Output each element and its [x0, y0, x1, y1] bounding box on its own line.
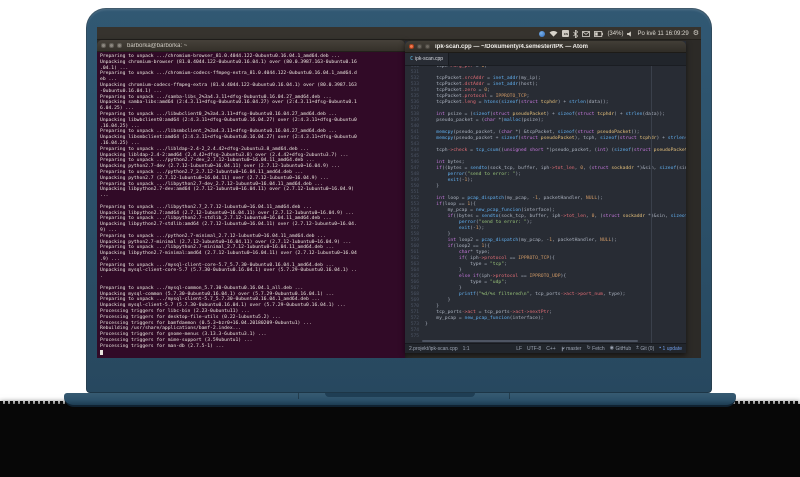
terminal-line: Unpacking libpython2.7-stdlib:amd64 (2.7…	[100, 222, 357, 228]
cpp-file-icon: C	[410, 56, 414, 62]
terminal-line: Unpacking chromium-codecs-ffmpeg-extra (…	[100, 82, 357, 88]
terminal-maximize-button[interactable]	[117, 43, 122, 48]
atom-close-button[interactable]	[409, 44, 414, 49]
status-encoding[interactable]: UTF-8	[527, 346, 541, 352]
terminal-line: Unpacking libwbclient0:amd64 (2:4.3.11+d…	[100, 117, 357, 123]
status-updates[interactable]: ▪ 1 update	[659, 346, 682, 352]
laptop-shadow	[0, 401, 800, 477]
status-cursor-position[interactable]: 1:1	[463, 346, 470, 352]
terminal-line: Unpacking chromium-browser (81.0.4044.12…	[100, 59, 357, 65]
git-diff-icon: ±	[636, 345, 639, 351]
tab-ipk-scan[interactable]: C ipk-scan.cpp	[405, 53, 450, 65]
update-package-icon: ▪	[659, 345, 662, 351]
terminal-titlebar: barborka@barborka: ~	[97, 40, 405, 52]
horizontal-scrollbar[interactable]	[422, 340, 638, 342]
session-gear-icon[interactable]: ⚙	[693, 30, 699, 37]
terminal-cursor	[100, 349, 103, 355]
atom-maximize-button[interactable]	[425, 44, 430, 49]
atom-title: ipk-scan.cpp — ~/Dokumenty/4.semester/IP…	[435, 43, 588, 50]
atom-window: ipk-scan.cpp — ~/Dokumenty/4.semester/IP…	[405, 41, 686, 353]
base-seam-right	[509, 393, 510, 399]
tab-label: ipk-scan.cpp	[415, 56, 444, 62]
system-tray: cs (34%) Po kvě 11 16:09:29 ⚙	[539, 27, 699, 40]
status-bar: 2.projekt/ipk-scan.cpp 1:1 LF UTF-8 C++ …	[405, 343, 686, 353]
terminal-output[interactable]: Preparing to unpack .../chromium-browser…	[97, 52, 405, 358]
bluetooth-icon[interactable]	[573, 29, 579, 38]
line-number-gutter: 530 531 532 533 534 535 536 537 538 539 540 541 542 5…	[405, 66, 422, 343]
code-line: memcpy(pseudo_packet + sizeof(struct pse…	[436, 136, 686, 141]
battery-percent[interactable]: (34%)	[607, 31, 623, 37]
laptop-base	[64, 393, 736, 407]
terminal-line: Unpacking mysql-client-core-5.7 (5.7.30-…	[100, 268, 357, 274]
battery-icon[interactable]	[594, 30, 604, 37]
terminal-close-button[interactable]	[101, 43, 106, 48]
terminal-minimize-button[interactable]	[109, 43, 114, 48]
atom-minimize-button[interactable]	[417, 44, 422, 49]
tab-bar: C ipk-scan.cpp	[405, 53, 686, 66]
sync-icon: ↻	[586, 345, 591, 351]
laptop-base-notch	[325, 393, 475, 397]
status-git-changes[interactable]: ± Git (0)	[636, 346, 654, 352]
atom-titlebar: ipk-scan.cpp — ~/Dokumenty/4.semester/IP…	[405, 41, 686, 53]
terminal-line: Preparing to unpack .../chromium-codecs-…	[100, 71, 357, 77]
keyboard-layout-indicator[interactable]: cs	[562, 30, 570, 37]
volume-icon[interactable]	[627, 30, 633, 37]
wifi-icon[interactable]	[549, 30, 558, 37]
clock[interactable]: Po kvě 11 16:09:29	[637, 31, 688, 37]
base-seam-left	[298, 393, 299, 399]
terminal-window: barborka@barborka: ~ Preparing to unpack…	[97, 40, 405, 358]
mail-icon[interactable]	[582, 30, 591, 37]
top-panel: cs (34%) Po kvě 11 16:09:29 ⚙	[97, 27, 701, 40]
terminal-title: barborka@barborka: ~	[127, 42, 188, 49]
code-line: tcph->check = tcp_csum((unsigned short *…	[425, 148, 686, 153]
status-fetch[interactable]: ↻ Fetch	[586, 346, 604, 352]
code-editor[interactable]: 530 531 532 533 534 535 536 537 538 539 540 541 542 5…	[405, 66, 686, 343]
status-branch[interactable]: master	[561, 346, 581, 352]
branch-icon	[561, 346, 565, 351]
terminal-line: Unpacking libpython2.7-minimal:amd64 (2.…	[100, 251, 357, 257]
wrap-guide	[651, 66, 652, 343]
status-github[interactable]: ◉ GitHub	[610, 346, 631, 352]
code-area[interactable]: tcph->urg_ptr = 0; tcpPacket.srcAddr = i…	[422, 66, 686, 343]
screen: cs (34%) Po kvě 11 16:09:29 ⚙ barborka@b…	[97, 27, 701, 358]
line-number: 575	[410, 334, 419, 339]
app-indicator-icon[interactable]	[539, 30, 546, 37]
status-line-ending[interactable]: LF	[516, 346, 522, 352]
github-icon: ◉	[609, 345, 615, 351]
terminal-line: Unpacking libsmbclient:amd64 (2:4.3.11+d…	[100, 135, 357, 141]
status-grammar[interactable]: C++	[546, 346, 555, 352]
terminal-line: Unpacking samba-libs:amd64 (2:4.3.11+dfs…	[100, 100, 357, 106]
status-file-path[interactable]: 2.projekt/ipk-scan.cpp	[409, 346, 458, 352]
